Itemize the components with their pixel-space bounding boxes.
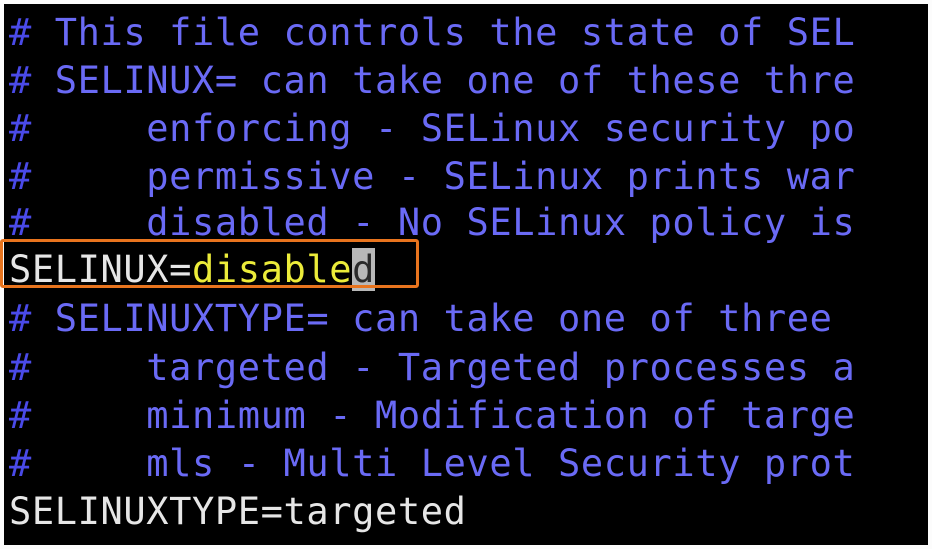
comment-line: # This file controls the state of SEL — [9, 11, 856, 54]
comment-line: # SELINUXTYPE= can take one of three — [9, 297, 833, 340]
screenshot-frame: # This file controls the state of SEL # … — [0, 0, 932, 549]
setting-key: SELINUXTYPE=targeted — [9, 490, 467, 533]
comment-line: # SELINUX= can take one of these thre — [9, 59, 856, 102]
comment-line: # mls - Multi Level Security prot — [9, 442, 856, 485]
comment-line: # minimum - Modification of targe — [9, 394, 856, 437]
highlight-annotation-box — [0, 239, 419, 288]
comment-line: # targeted - Targeted processes a — [9, 346, 856, 389]
selinuxtype-setting-line[interactable]: SELINUXTYPE=targeted — [9, 489, 467, 535]
comment-line: # enforcing - SELinux security po — [9, 107, 856, 150]
comment-line: # permissive - SELinux prints war — [9, 155, 856, 198]
